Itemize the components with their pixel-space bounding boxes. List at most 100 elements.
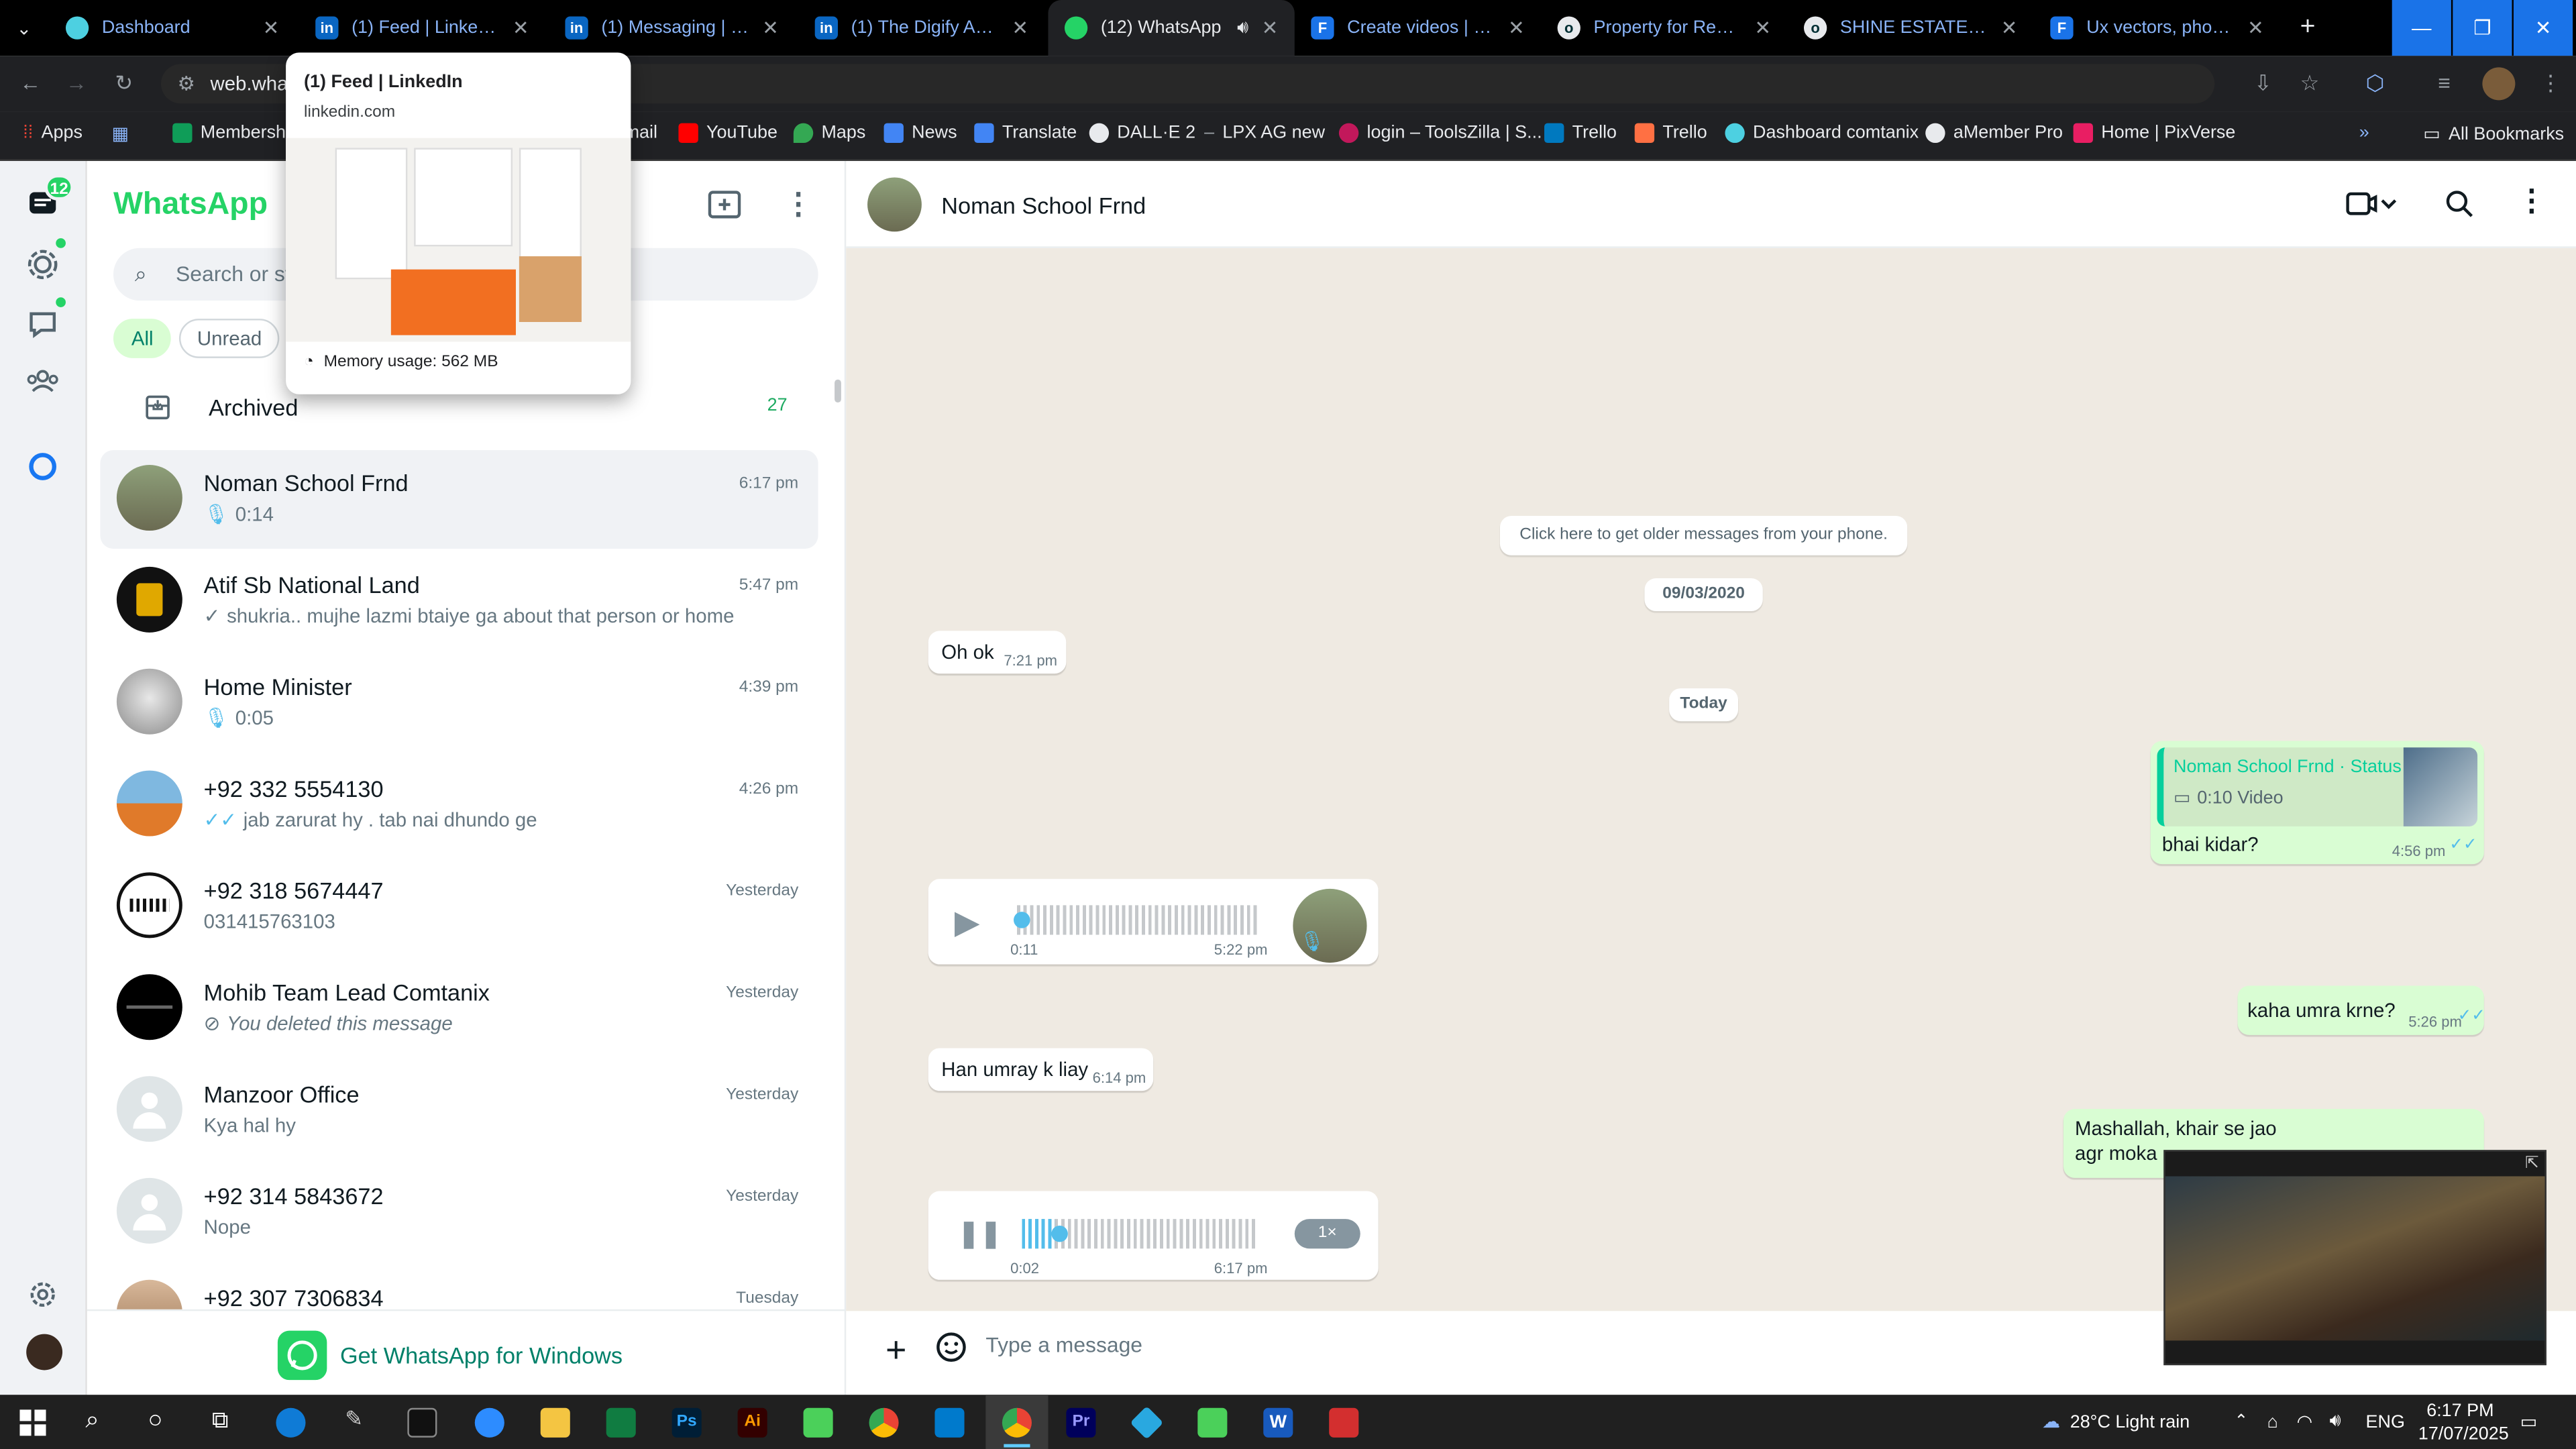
zoom-icon[interactable] (474, 1407, 504, 1438)
chat-row-manzoor[interactable]: Manzoor Office Yesterday Kya hal hy (100, 1061, 818, 1160)
close-icon[interactable]: ✕ (2001, 16, 2018, 39)
bookmark-dashboard-comtanix[interactable]: Dashboard comtanix (1725, 123, 1919, 144)
task-view-icon[interactable]: ⧉ (212, 1406, 228, 1434)
attach-plus-icon[interactable]: + (885, 1329, 906, 1372)
older-messages-link[interactable]: Click here to get older messages from yo… (1499, 515, 1908, 555)
file-explorer-icon[interactable] (540, 1407, 570, 1438)
new-tab-button[interactable]: + (2284, 0, 2323, 56)
close-icon[interactable]: ✕ (1012, 16, 1028, 39)
chrome-icon[interactable] (869, 1407, 899, 1438)
install-app-icon[interactable]: ⇩ (2254, 70, 2272, 97)
bookmark-translate[interactable]: Translate (974, 123, 1077, 144)
scrollbar[interactable] (835, 379, 841, 403)
bookmark-amember[interactable]: aMember Pro (1925, 123, 2063, 144)
forward-icon[interactable]: → (66, 70, 87, 95)
language-indicator[interactable]: ENG (2366, 1395, 2405, 1449)
quoted-status[interactable]: Noman School Frnd · Status ▭ 0:10 Video (2157, 747, 2478, 826)
pause-icon[interactable]: ❚❚ (958, 1218, 1002, 1250)
status-reply-message[interactable]: Noman School Frnd · Status ▭ 0:10 Video b… (2150, 741, 2484, 865)
message-input[interactable]: Type a message (985, 1332, 1142, 1357)
edge-icon[interactable] (276, 1407, 306, 1438)
extensions-icon[interactable]: ⬡ (2366, 70, 2385, 97)
meta-ai-icon[interactable] (25, 449, 61, 485)
reload-icon[interactable]: ↻ (115, 70, 133, 97)
speaker-icon[interactable]: 🔊︎ (1237, 17, 1248, 39)
vscode-icon[interactable] (934, 1407, 965, 1438)
play-icon[interactable]: ▶ (955, 902, 980, 943)
word-icon[interactable]: W (1263, 1407, 1293, 1438)
status-icon[interactable] (25, 246, 61, 282)
weather-widget[interactable]: ☁ 28°C Light rain (2042, 1395, 2190, 1449)
close-icon[interactable]: ✕ (762, 16, 779, 39)
tab-dashboard[interactable]: Dashboard ✕ (49, 0, 295, 56)
bookmark-grid[interactable]: ▦ (112, 123, 129, 144)
close-icon[interactable]: ✕ (263, 16, 280, 39)
windows-start-icon[interactable] (19, 1409, 46, 1436)
profile-avatar[interactable] (2482, 67, 2516, 101)
picture-in-picture-video[interactable]: ⇱ (2163, 1150, 2546, 1366)
app-icon[interactable] (1197, 1407, 1228, 1438)
voice-message-playing[interactable]: ❚❚ 0:02 6:17 pm 1× (928, 1191, 1379, 1280)
search-icon[interactable] (2445, 189, 2474, 219)
bookmark-lpx[interactable]: – LPX AG new (1204, 123, 1325, 143)
close-icon[interactable]: ✕ (1262, 16, 1279, 39)
tab-shine-estate[interactable]: o SHINE ESTATE | OLX ✕ (1787, 0, 2033, 56)
archived-label[interactable]: Archived (209, 394, 298, 421)
more-bookmarks-icon[interactable]: » (2359, 123, 2369, 143)
video-call-icon[interactable] (2346, 191, 2398, 217)
menu-icon[interactable]: ⋮ (2540, 70, 2561, 97)
wifi-icon[interactable]: ◠ (2297, 1395, 2313, 1449)
menu-icon[interactable]: ⋮ (784, 187, 813, 221)
communities-icon[interactable] (25, 363, 61, 399)
contact-name[interactable]: Noman School Frnd (941, 193, 1146, 219)
tab-whatsapp[interactable]: (12) WhatsApp 🔊︎ ✕ (1048, 0, 1295, 56)
restore-button[interactable]: ❐ (2453, 0, 2512, 56)
chat-row-5843672[interactable]: +92 314 5843672 Yesterday Nope (100, 1163, 818, 1262)
bookmark-toolszilla[interactable]: login – ToolsZilla | S... (1338, 123, 1542, 144)
conversation-header[interactable]: Noman School Frnd ⋮ (846, 161, 2576, 248)
close-icon[interactable]: ✕ (513, 16, 529, 39)
waveform-handle[interactable] (1014, 912, 1030, 928)
filter-unread[interactable]: Unread (178, 319, 280, 358)
site-info-icon[interactable]: ⚙ (177, 64, 195, 104)
new-chat-icon[interactable] (708, 191, 741, 220)
cortana-icon[interactable]: ○ (148, 1406, 162, 1434)
tab-digify-agency[interactable]: in (1) The Digify Agency ✕ (798, 0, 1044, 56)
sticker-icon[interactable] (934, 1331, 967, 1364)
channels-icon[interactable] (25, 306, 61, 342)
close-icon[interactable]: ✕ (1508, 16, 1525, 39)
bookmark-membership[interactable]: Membership (172, 123, 300, 144)
playback-speed-button[interactable]: 1× (1294, 1219, 1360, 1249)
chat-row-noman[interactable]: Noman School Frnd 6:17 pm 🎙︎ 0:14 (100, 450, 818, 549)
profile-avatar[interactable] (26, 1334, 63, 1371)
bookmark-star-icon[interactable]: ☆ (2300, 70, 2320, 97)
search-icon[interactable]: ⌕ (85, 1406, 99, 1434)
tab-search-button[interactable]: ⌄ (0, 0, 49, 56)
filter-all[interactable]: All (113, 319, 172, 358)
excel-icon[interactable] (606, 1407, 636, 1438)
clock[interactable]: 6:17 PM 17/07/2025 (2418, 1400, 2509, 1446)
tab-property-rent[interactable]: o Property for Rent in S ✕ (1541, 0, 1787, 56)
bookmark-trello-1[interactable]: Trello (1544, 123, 1617, 144)
illustrator-icon[interactable]: Ai (737, 1407, 767, 1438)
network-icon[interactable]: ⌂ (2267, 1395, 2278, 1449)
terminal-icon[interactable] (407, 1407, 437, 1438)
media-control-icon[interactable]: ≡ (2438, 70, 2451, 95)
volume-icon[interactable]: 🔊︎ (2330, 1395, 2341, 1449)
bookmark-trello-2[interactable]: Trello (1634, 123, 1707, 144)
bookmark-dalle[interactable]: DALL·E 2 (1089, 123, 1195, 144)
premiere-icon[interactable]: Pr (1066, 1407, 1096, 1438)
close-window-button[interactable]: ✕ (2513, 0, 2573, 56)
tab-linkedin-feed[interactable]: in (1) Feed | LinkedIn ✕ (299, 0, 545, 56)
bookmark-news[interactable]: News (883, 123, 957, 144)
back-icon[interactable]: ← (19, 70, 41, 95)
bookmark-youtube[interactable]: YouTube (678, 123, 777, 144)
pen-icon[interactable]: ✎ (345, 1406, 363, 1432)
chat-row-home-minister[interactable]: Home Minister 4:39 pm 🎙︎ 0:05 (100, 654, 818, 753)
bookmark-pixverse[interactable]: Home | PixVerse (2073, 123, 2235, 144)
contact-avatar[interactable] (867, 177, 922, 232)
waveform-handle[interactable] (1051, 1225, 1068, 1242)
minimize-button[interactable]: — (2392, 0, 2451, 56)
close-icon[interactable]: ✕ (2247, 16, 2264, 39)
chat-row-mohib[interactable]: Mohib Team Lead Comtanix Yesterday ⊘ You … (100, 959, 818, 1058)
